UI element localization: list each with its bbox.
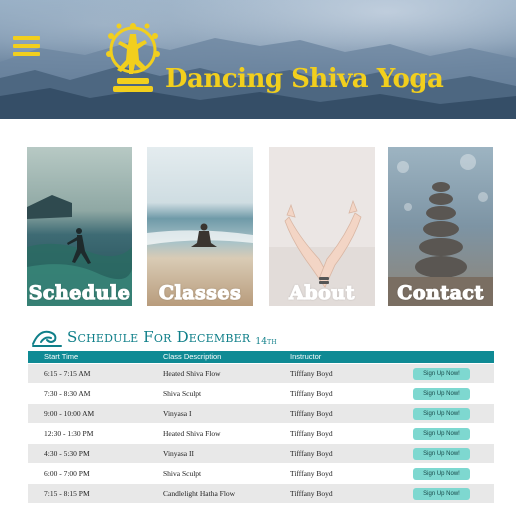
row-instructor: Tifffany Boyd xyxy=(290,489,333,498)
schedule-table: Start Time Class Description Instructor … xyxy=(28,351,494,503)
tile-schedule[interactable]: Schedule xyxy=(27,147,132,306)
table-row: 6:00 - 7:00 PM Shiva Sculpt Tifffany Boy… xyxy=(28,463,494,483)
row-class: Shiva Sculpt xyxy=(163,469,202,478)
table-row: 4:30 - 5:30 PM Vinyasa II Tifffany Boyd … xyxy=(28,443,494,463)
table-row: 9:00 - 10:00 AM Vinyasa I Tifffany Boyd … xyxy=(28,403,494,423)
dancing-shiva-logo[interactable] xyxy=(103,20,165,98)
mountain-backdrop xyxy=(0,38,516,119)
schedule-title-day: 14th xyxy=(255,337,277,347)
sign-up-button[interactable]: Sign Up Now! xyxy=(413,488,470,500)
tile-contact[interactable]: Contact xyxy=(388,147,493,306)
row-time: 6:00 - 7:00 PM xyxy=(44,469,90,478)
row-class: Candlelight Hatha Flow xyxy=(163,489,236,498)
tile-about[interactable]: About xyxy=(269,147,375,306)
row-instructor: Tifffany Boyd xyxy=(290,389,333,398)
tile-label: Schedule xyxy=(28,281,131,304)
schedule-title: Schedule For December 14th xyxy=(67,328,277,347)
column-header-instructor: Instructor xyxy=(290,352,322,361)
tile-label: About xyxy=(288,281,355,304)
column-header-class: Class Description xyxy=(163,352,222,361)
row-class: Shiva Sculpt xyxy=(163,389,202,398)
sign-up-button[interactable]: Sign Up Now! xyxy=(413,368,470,380)
row-instructor: Tifffany Boyd xyxy=(290,469,333,478)
hamburger-menu-icon[interactable] xyxy=(13,36,40,56)
row-instructor: Tifffany Boyd xyxy=(290,449,333,458)
sign-up-button[interactable]: Sign Up Now! xyxy=(413,448,470,460)
table-row: 6:15 - 7:15 AM Heated Shiva Flow Tifffan… xyxy=(28,363,494,383)
wave-icon xyxy=(32,330,62,347)
table-row: 7:15 - 8:15 PM Candlelight Hatha Flow Ti… xyxy=(28,483,494,503)
row-time: 9:00 - 10:00 AM xyxy=(44,409,95,418)
sign-up-button[interactable]: Sign Up Now! xyxy=(413,408,470,420)
site-header: Dancing Shiva Yoga xyxy=(0,0,516,119)
table-row: 7:30 - 8:30 AM Shiva Sculpt Tifffany Boy… xyxy=(28,383,494,403)
tile-label: Classes xyxy=(158,281,242,304)
row-instructor: Tifffany Boyd xyxy=(290,369,333,378)
brand-name[interactable]: Dancing Shiva Yoga xyxy=(165,64,444,94)
row-instructor: Tifffany Boyd xyxy=(290,409,333,418)
row-instructor: Tifffany Boyd xyxy=(290,429,333,438)
row-class: Vinyasa II xyxy=(163,449,194,458)
table-header: Start Time Class Description Instructor xyxy=(28,351,494,363)
column-header-time: Start Time xyxy=(44,352,79,361)
sign-up-button[interactable]: Sign Up Now! xyxy=(413,428,470,440)
tile-classes[interactable]: Classes xyxy=(147,147,253,306)
row-time: 6:15 - 7:15 AM xyxy=(44,369,91,378)
tile-label: Contact xyxy=(397,281,484,304)
schedule-title-text: Schedule For December xyxy=(67,328,251,346)
row-time: 7:15 - 8:15 PM xyxy=(44,489,90,498)
sign-up-button[interactable]: Sign Up Now! xyxy=(413,468,470,480)
sign-up-button[interactable]: Sign Up Now! xyxy=(413,388,470,400)
row-class: Vinyasa I xyxy=(163,409,192,418)
row-time: 12:30 - 1:30 PM xyxy=(44,429,94,438)
row-time: 4:30 - 5:30 PM xyxy=(44,449,90,458)
row-class: Heated Shiva Flow xyxy=(163,429,221,438)
row-class: Heated Shiva Flow xyxy=(163,369,221,378)
row-time: 7:30 - 8:30 AM xyxy=(44,389,91,398)
table-row: 12:30 - 1:30 PM Heated Shiva Flow Tifffa… xyxy=(28,423,494,443)
